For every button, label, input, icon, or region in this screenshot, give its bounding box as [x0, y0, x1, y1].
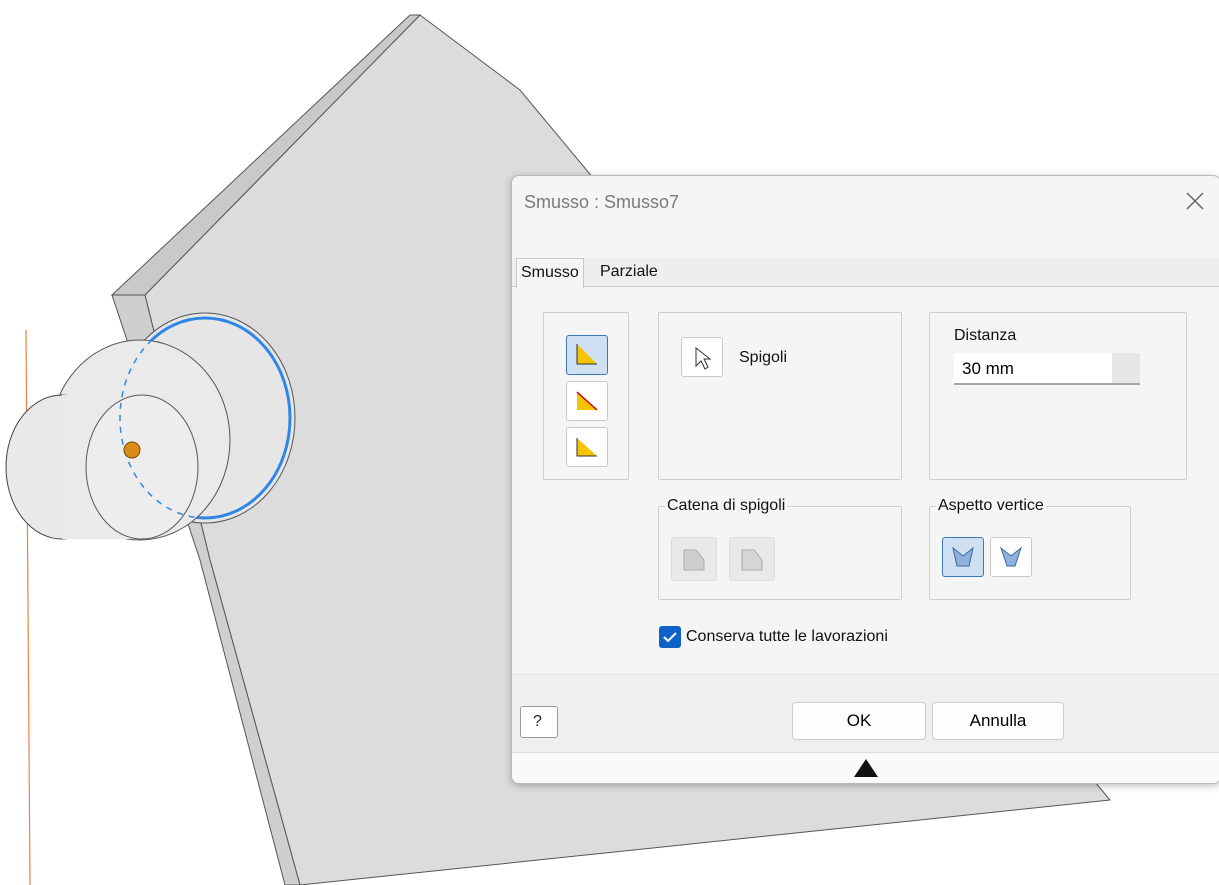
chain-single-icon — [741, 549, 763, 571]
method-distance-button[interactable] — [566, 335, 608, 375]
help-icon: ? — [533, 713, 542, 730]
chain-group-title: Catena di spigoli — [665, 497, 788, 515]
chamfer-dialog: Smusso : Smusso7 Smusso Parziale Spigoli… — [511, 175, 1219, 784]
close-icon[interactable] — [1182, 188, 1208, 214]
edges-selection-group: Spigoli — [658, 312, 902, 480]
method-distance-angle-icon — [576, 391, 598, 411]
vertex-blend-button[interactable] — [990, 537, 1032, 577]
arrow-cursor-icon — [695, 346, 712, 370]
expand-arrow-icon[interactable] — [846, 753, 886, 783]
method-distance-icon — [576, 344, 597, 365]
help-button[interactable]: ? — [520, 706, 558, 738]
ok-button[interactable]: OK — [792, 702, 926, 740]
vertex-setback-button[interactable] — [942, 537, 984, 577]
method-group — [543, 312, 629, 480]
chain-edges-button[interactable] — [671, 537, 717, 581]
checkmark-icon — [663, 632, 677, 643]
shaft-end — [85, 394, 199, 540]
status-bar — [512, 752, 1219, 783]
chain-single-button[interactable] — [729, 537, 775, 581]
origin-marker — [123, 441, 141, 459]
edges-select-button[interactable] — [681, 337, 723, 377]
method-two-distances-button[interactable] — [566, 427, 608, 467]
method-two-distances-icon — [576, 438, 597, 457]
tab-smusso[interactable]: Smusso — [516, 258, 584, 288]
distance-input[interactable]: 30 mm — [954, 353, 1140, 385]
edges-label: Spigoli — [739, 349, 788, 366]
tab-parziale[interactable]: Parziale — [596, 258, 662, 286]
vertex-group: Aspetto vertice — [929, 497, 1131, 600]
vertex-blend-icon — [999, 546, 1023, 567]
distance-spinner[interactable] — [1112, 353, 1140, 383]
distance-label: Distanza — [954, 327, 1017, 344]
chain-edges-icon — [683, 549, 705, 571]
method-distance-angle-button[interactable] — [566, 381, 608, 421]
vertex-group-title: Aspetto vertice — [936, 497, 1046, 515]
preserve-features-checkbox[interactable] — [659, 626, 681, 648]
chain-group: Catena di spigoli — [658, 497, 902, 600]
vertex-setback-icon — [952, 546, 974, 567]
distance-value: 30 mm — [962, 359, 1014, 378]
preserve-features-label: Conserva tutte le lavorazioni — [686, 628, 888, 645]
tab-bar: Smusso Parziale — [512, 258, 1219, 288]
cancel-button[interactable]: Annulla — [932, 702, 1064, 740]
dialog-title: Smusso : Smusso7 — [524, 192, 680, 212]
distance-group: Distanza 30 mm — [929, 312, 1187, 480]
